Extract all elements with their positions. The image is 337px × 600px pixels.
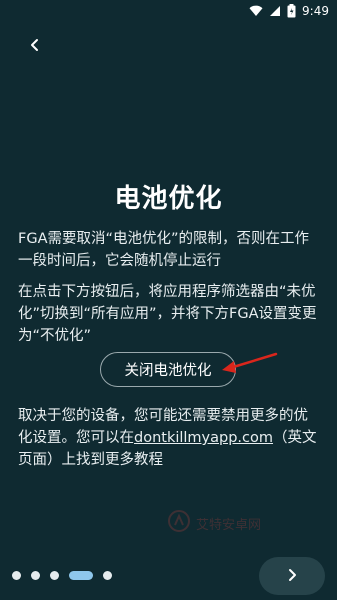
disable-battery-optimization-button[interactable]: 关闭电池优化 xyxy=(100,352,236,387)
page-indicator xyxy=(12,571,112,580)
status-icons: 9:49 xyxy=(249,4,329,18)
page-dot-active xyxy=(69,571,93,580)
page-dot xyxy=(31,571,40,580)
paragraph-more-settings: 取决于您的设备，您可能还需要禁用更多的优化设置。您可以在dontkillmyap… xyxy=(18,405,319,471)
battery-icon xyxy=(287,4,296,18)
wifi-icon xyxy=(249,5,263,17)
watermark-logo-icon xyxy=(168,510,190,536)
watermark-text: 艾特安卓网 xyxy=(196,517,262,533)
status-bar: 9:49 xyxy=(0,0,337,24)
paragraph-battery-restriction: FGA需要取消“电池优化”的限制，否则在工作一段时间后，它会随机停止运行 xyxy=(18,231,310,269)
red-arrow-annotation xyxy=(222,352,278,373)
status-time: 9:49 xyxy=(302,4,329,18)
signal-icon xyxy=(269,5,281,17)
paragraph-instructions: 在点击下方按钮后，将应用程序筛选器由“未优化”切换到“所有应用”，并将下方FGA… xyxy=(18,284,317,344)
page-dot xyxy=(103,571,112,580)
watermark: 艾特安卓网 xyxy=(168,510,261,536)
next-button[interactable] xyxy=(259,557,325,595)
page-dot xyxy=(12,571,21,580)
chevron-left-icon xyxy=(29,37,41,56)
page-title: 电池优化 xyxy=(114,184,223,214)
back-button[interactable] xyxy=(22,33,48,59)
page-dot xyxy=(50,571,59,580)
dontkillmyapp-link[interactable]: dontkillmyapp.com xyxy=(134,430,273,446)
chevron-right-icon xyxy=(287,567,297,586)
